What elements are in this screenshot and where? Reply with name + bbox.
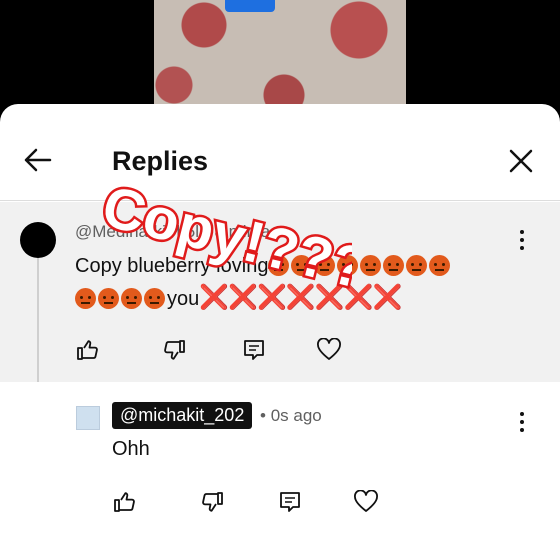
thumbs-down-icon	[164, 340, 185, 360]
more-dot-icon	[520, 230, 524, 234]
reply-button[interactable]	[278, 490, 302, 514]
thumbs-down-icon	[202, 492, 223, 512]
comment-time: 0s ago	[270, 406, 322, 425]
comment-text: Ohh	[112, 438, 150, 460]
more-dot-icon	[520, 428, 524, 432]
more-dot-icon	[520, 246, 524, 250]
arrow-left-icon	[24, 148, 52, 172]
reply-button[interactable]	[242, 338, 266, 362]
page-title: Replies	[112, 146, 209, 176]
comment-icon	[244, 340, 264, 360]
video-overlay-element	[225, 0, 275, 12]
heart-icon	[317, 338, 341, 360]
close-button[interactable]	[506, 146, 536, 176]
close-icon	[509, 149, 533, 173]
meta-separator: •	[260, 406, 271, 425]
dislike-button[interactable]	[200, 490, 224, 514]
angry-face-icon	[406, 255, 428, 276]
comment-author[interactable]: @michakit_202	[112, 402, 253, 429]
copy-sticker: Copy!???	[94, 176, 352, 296]
more-dot-icon	[520, 238, 524, 242]
angry-face-icon	[383, 255, 405, 276]
heart-button[interactable]	[353, 490, 378, 514]
thumbs-up-icon	[114, 492, 135, 512]
comment-icon	[280, 492, 300, 512]
more-dot-icon	[520, 412, 524, 416]
more-dot-icon	[520, 420, 524, 424]
video-player[interactable]	[0, 0, 560, 110]
like-button[interactable]	[76, 338, 100, 362]
more-options-button[interactable]	[518, 230, 526, 252]
back-button[interactable]	[20, 142, 56, 178]
more-options-button[interactable]	[518, 412, 526, 434]
thumbs-up-icon	[77, 340, 98, 360]
replies-panel: Replies @Medina-kit-b5l • 8 min ago Copy…	[0, 104, 560, 560]
video-thumbnail	[154, 0, 406, 110]
heart-button[interactable]	[316, 338, 341, 362]
comment-meta: • 0s ago	[260, 406, 322, 426]
avatar[interactable]	[20, 222, 56, 258]
sticker-text: Copy!???	[96, 176, 352, 296]
like-button[interactable]	[113, 490, 137, 514]
dislike-button[interactable]	[162, 338, 186, 362]
heart-icon	[354, 490, 378, 512]
angry-face-icon	[429, 255, 451, 276]
angry-face-icon	[360, 255, 382, 276]
reply-comment: @michakit_202 • 0s ago Ohh	[0, 382, 560, 560]
avatar[interactable]	[76, 406, 100, 430]
